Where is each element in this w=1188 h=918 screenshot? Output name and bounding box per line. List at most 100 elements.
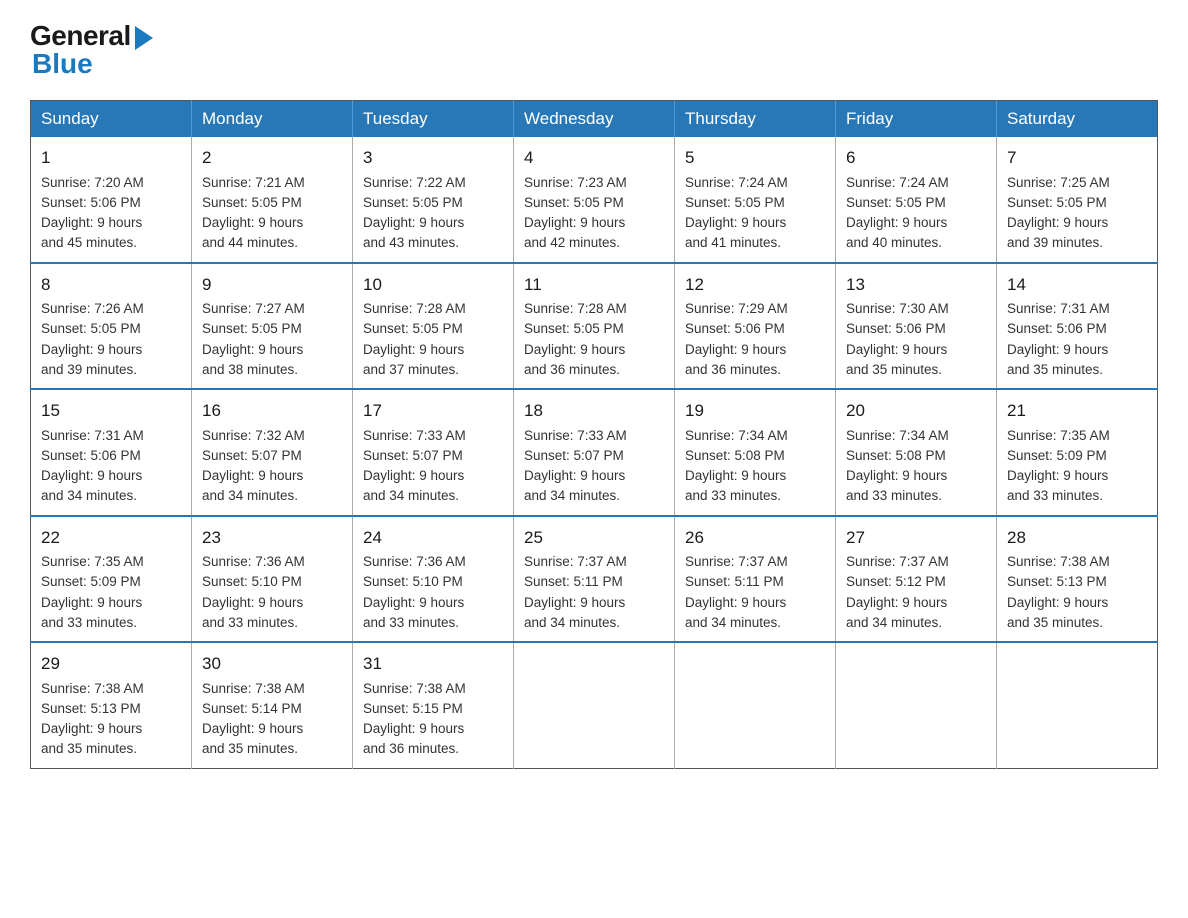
daylight-minutes: and 36 minutes.: [685, 362, 781, 377]
day-cell-25: 25 Sunrise: 7:37 AM Sunset: 5:11 PM Dayl…: [514, 516, 675, 643]
daylight-label: Daylight: 9 hours: [363, 468, 464, 483]
day-cell-4: 4 Sunrise: 7:23 AM Sunset: 5:05 PM Dayli…: [514, 137, 675, 263]
daylight-minutes: and 33 minutes.: [846, 488, 942, 503]
daylight-minutes: and 34 minutes.: [524, 488, 620, 503]
day-number: 1: [41, 145, 181, 171]
week-row-4: 22 Sunrise: 7:35 AM Sunset: 5:09 PM Dayl…: [31, 516, 1158, 643]
daylight-minutes: and 33 minutes.: [1007, 488, 1103, 503]
daylight-minutes: and 38 minutes.: [202, 362, 298, 377]
day-cell-12: 12 Sunrise: 7:29 AM Sunset: 5:06 PM Dayl…: [675, 263, 836, 390]
sunrise-label: Sunrise: 7:30 AM: [846, 301, 949, 316]
sunset-label: Sunset: 5:05 PM: [846, 195, 946, 210]
daylight-label: Daylight: 9 hours: [524, 595, 625, 610]
daylight-minutes: and 40 minutes.: [846, 235, 942, 250]
sunrise-label: Sunrise: 7:28 AM: [524, 301, 627, 316]
day-number: 31: [363, 651, 503, 677]
col-header-saturday: Saturday: [997, 101, 1158, 138]
sunset-label: Sunset: 5:13 PM: [1007, 574, 1107, 589]
sunset-label: Sunset: 5:05 PM: [685, 195, 785, 210]
day-cell-26: 26 Sunrise: 7:37 AM Sunset: 5:11 PM Dayl…: [675, 516, 836, 643]
sunrise-label: Sunrise: 7:31 AM: [41, 428, 144, 443]
sunrise-label: Sunrise: 7:38 AM: [363, 681, 466, 696]
col-header-friday: Friday: [836, 101, 997, 138]
sunset-label: Sunset: 5:05 PM: [524, 321, 624, 336]
day-cell-3: 3 Sunrise: 7:22 AM Sunset: 5:05 PM Dayli…: [353, 137, 514, 263]
daylight-label: Daylight: 9 hours: [524, 215, 625, 230]
sunset-label: Sunset: 5:05 PM: [41, 321, 141, 336]
sunset-label: Sunset: 5:08 PM: [685, 448, 785, 463]
sunrise-label: Sunrise: 7:34 AM: [846, 428, 949, 443]
daylight-label: Daylight: 9 hours: [846, 595, 947, 610]
day-number: 21: [1007, 398, 1147, 424]
day-cell-24: 24 Sunrise: 7:36 AM Sunset: 5:10 PM Dayl…: [353, 516, 514, 643]
sunset-label: Sunset: 5:15 PM: [363, 701, 463, 716]
sunrise-label: Sunrise: 7:22 AM: [363, 175, 466, 190]
sunrise-label: Sunrise: 7:35 AM: [41, 554, 144, 569]
sunset-label: Sunset: 5:09 PM: [41, 574, 141, 589]
daylight-label: Daylight: 9 hours: [685, 342, 786, 357]
week-row-1: 1 Sunrise: 7:20 AM Sunset: 5:06 PM Dayli…: [31, 137, 1158, 263]
sunset-label: Sunset: 5:11 PM: [685, 574, 784, 589]
logo-blue-text: Blue: [32, 48, 93, 80]
week-row-5: 29 Sunrise: 7:38 AM Sunset: 5:13 PM Dayl…: [31, 642, 1158, 768]
daylight-label: Daylight: 9 hours: [363, 215, 464, 230]
col-header-tuesday: Tuesday: [353, 101, 514, 138]
daylight-label: Daylight: 9 hours: [846, 468, 947, 483]
sunrise-label: Sunrise: 7:25 AM: [1007, 175, 1110, 190]
daylight-minutes: and 39 minutes.: [1007, 235, 1103, 250]
empty-cell: [836, 642, 997, 768]
sunrise-label: Sunrise: 7:28 AM: [363, 301, 466, 316]
daylight-minutes: and 41 minutes.: [685, 235, 781, 250]
empty-cell: [997, 642, 1158, 768]
sunset-label: Sunset: 5:07 PM: [524, 448, 624, 463]
daylight-minutes: and 34 minutes.: [846, 615, 942, 630]
daylight-label: Daylight: 9 hours: [685, 595, 786, 610]
sunset-label: Sunset: 5:05 PM: [202, 321, 302, 336]
sunset-label: Sunset: 5:07 PM: [363, 448, 463, 463]
daylight-label: Daylight: 9 hours: [1007, 342, 1108, 357]
daylight-label: Daylight: 9 hours: [1007, 215, 1108, 230]
day-cell-20: 20 Sunrise: 7:34 AM Sunset: 5:08 PM Dayl…: [836, 389, 997, 516]
daylight-label: Daylight: 9 hours: [846, 215, 947, 230]
daylight-minutes: and 45 minutes.: [41, 235, 137, 250]
day-number: 19: [685, 398, 825, 424]
day-cell-5: 5 Sunrise: 7:24 AM Sunset: 5:05 PM Dayli…: [675, 137, 836, 263]
day-number: 24: [363, 525, 503, 551]
daylight-label: Daylight: 9 hours: [41, 595, 142, 610]
day-cell-18: 18 Sunrise: 7:33 AM Sunset: 5:07 PM Dayl…: [514, 389, 675, 516]
day-number: 11: [524, 272, 664, 298]
daylight-label: Daylight: 9 hours: [202, 595, 303, 610]
daylight-minutes: and 35 minutes.: [1007, 615, 1103, 630]
daylight-label: Daylight: 9 hours: [1007, 595, 1108, 610]
daylight-label: Daylight: 9 hours: [363, 721, 464, 736]
day-cell-27: 27 Sunrise: 7:37 AM Sunset: 5:12 PM Dayl…: [836, 516, 997, 643]
logo: General Blue: [30, 20, 153, 80]
sunrise-label: Sunrise: 7:38 AM: [202, 681, 305, 696]
daylight-minutes: and 34 minutes.: [41, 488, 137, 503]
sunrise-label: Sunrise: 7:38 AM: [1007, 554, 1110, 569]
week-row-3: 15 Sunrise: 7:31 AM Sunset: 5:06 PM Dayl…: [31, 389, 1158, 516]
col-header-thursday: Thursday: [675, 101, 836, 138]
day-number: 12: [685, 272, 825, 298]
day-number: 17: [363, 398, 503, 424]
day-cell-2: 2 Sunrise: 7:21 AM Sunset: 5:05 PM Dayli…: [192, 137, 353, 263]
day-cell-10: 10 Sunrise: 7:28 AM Sunset: 5:05 PM Dayl…: [353, 263, 514, 390]
daylight-label: Daylight: 9 hours: [202, 342, 303, 357]
day-number: 30: [202, 651, 342, 677]
day-cell-7: 7 Sunrise: 7:25 AM Sunset: 5:05 PM Dayli…: [997, 137, 1158, 263]
sunrise-label: Sunrise: 7:32 AM: [202, 428, 305, 443]
daylight-minutes: and 34 minutes.: [363, 488, 459, 503]
daylight-label: Daylight: 9 hours: [685, 215, 786, 230]
daylight-minutes: and 43 minutes.: [363, 235, 459, 250]
daylight-label: Daylight: 9 hours: [41, 215, 142, 230]
sunset-label: Sunset: 5:05 PM: [202, 195, 302, 210]
day-cell-9: 9 Sunrise: 7:27 AM Sunset: 5:05 PM Dayli…: [192, 263, 353, 390]
daylight-label: Daylight: 9 hours: [363, 595, 464, 610]
daylight-label: Daylight: 9 hours: [202, 721, 303, 736]
daylight-minutes: and 34 minutes.: [524, 615, 620, 630]
sunrise-label: Sunrise: 7:24 AM: [685, 175, 788, 190]
day-number: 20: [846, 398, 986, 424]
sunset-label: Sunset: 5:05 PM: [524, 195, 624, 210]
daylight-minutes: and 34 minutes.: [202, 488, 298, 503]
daylight-minutes: and 36 minutes.: [524, 362, 620, 377]
